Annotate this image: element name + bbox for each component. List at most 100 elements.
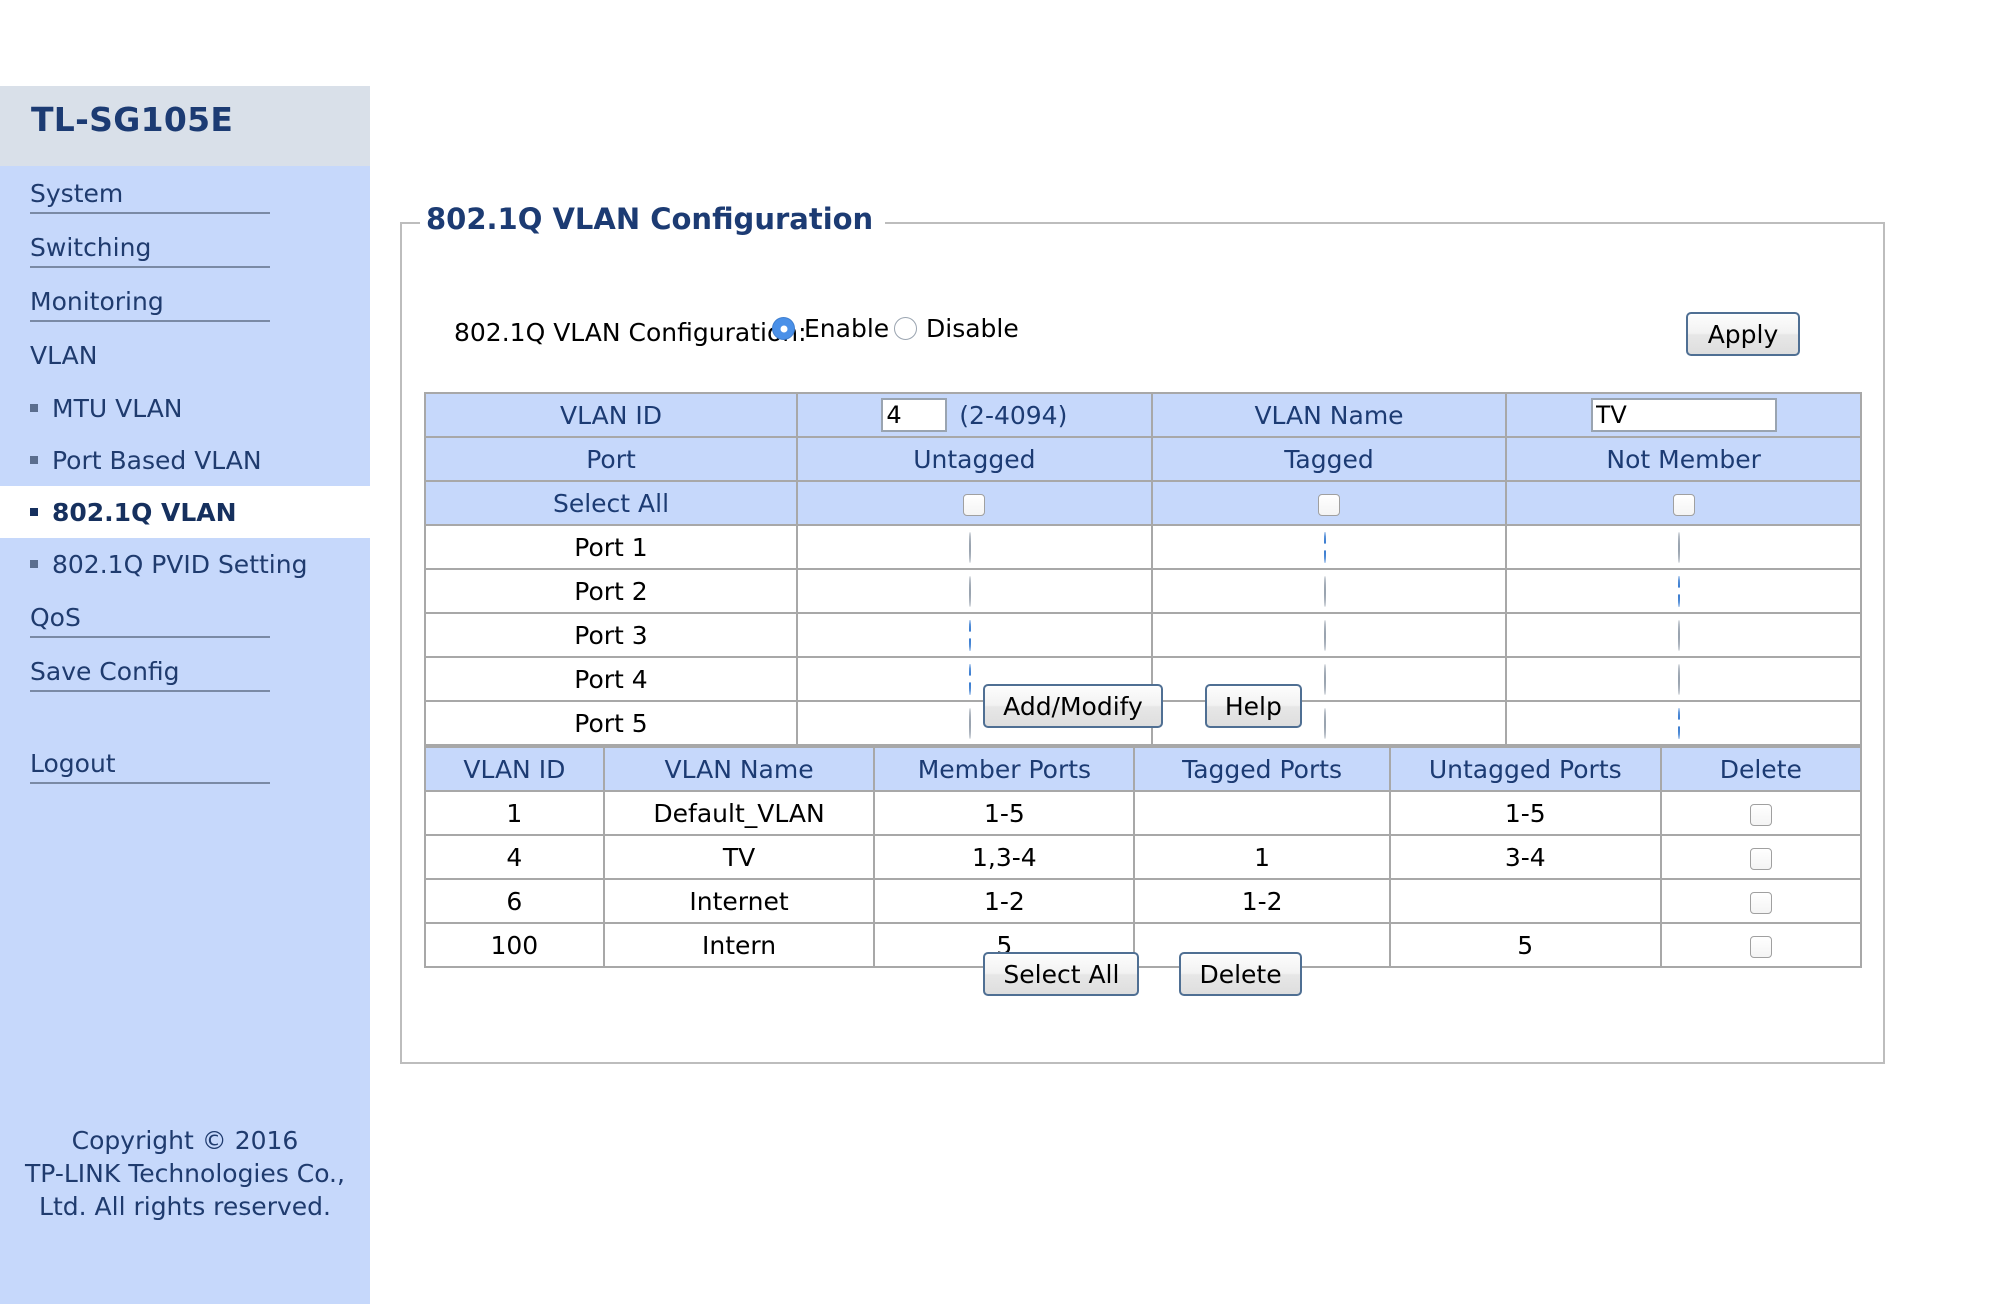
sidebar-item-vlan[interactable]: VLAN	[0, 328, 370, 382]
help-button[interactable]: Help	[1204, 684, 1302, 728]
table-row: Port 3	[423, 612, 1862, 658]
cell-delete	[1659, 878, 1863, 924]
bullet-icon	[30, 508, 38, 516]
divider	[30, 690, 270, 692]
sidebar-item-label: MTU VLAN	[52, 393, 183, 423]
divider	[30, 782, 270, 784]
select-all-untagged-checkbox[interactable]	[963, 493, 986, 516]
port-tagged-cell	[1150, 568, 1508, 614]
port-notmember-cell	[1505, 568, 1862, 614]
vlan-id-range-hint: (2-4094)	[959, 400, 1068, 430]
table-row: 6 Internet 1-2 1-2	[424, 878, 1863, 924]
select-all-tagged-checkbox[interactable]	[1318, 493, 1340, 516]
sidebar-item-label: Port Based VLAN	[52, 445, 262, 475]
table-row: Port 2	[423, 568, 1862, 614]
sidebar-item-8021q-vlan[interactable]: 802.1Q VLAN	[0, 486, 370, 538]
sidebar-item-save-config[interactable]: Save Config	[0, 644, 370, 698]
port1-tagged-radio[interactable]	[1323, 531, 1326, 563]
port3-notmember-radio[interactable]	[1678, 619, 1681, 651]
port2-tagged-radio[interactable]	[1323, 575, 1326, 607]
sidebar-item-label: 802.1Q PVID Setting	[52, 549, 308, 579]
radio-disable[interactable]: Disable	[894, 314, 1019, 343]
sidebar-item-logout[interactable]: Logout	[0, 736, 370, 790]
tagged-column-header: Tagged	[1150, 436, 1508, 482]
vlan-name-label: VLAN Name	[1150, 392, 1508, 438]
sidebar-item-8021q-pvid-setting[interactable]: 802.1Q PVID Setting	[0, 538, 370, 590]
vlan-name-cell	[1505, 392, 1862, 438]
router-admin-page: TP-LINK® TL-SG105E System Switching Moni…	[0, 0, 1992, 1304]
cell-vlan-id: 4	[424, 834, 605, 880]
sidebar-item-port-based-vlan[interactable]: Port Based VLAN	[0, 434, 370, 486]
add-modify-button[interactable]: Add/Modify	[983, 684, 1163, 728]
port3-tagged-radio[interactable]	[1323, 619, 1326, 651]
copyright-line: TP-LINK Technologies Co.,	[25, 1159, 345, 1188]
delete-checkbox[interactable]	[1749, 891, 1772, 914]
port1-untagged-radio[interactable]	[968, 531, 971, 563]
cell-untagged-ports: 1-5	[1388, 790, 1662, 836]
port1-notmember-radio[interactable]	[1678, 531, 1681, 563]
cell-tagged-ports: 1-2	[1133, 878, 1391, 924]
divider	[30, 320, 270, 322]
cell-vlan-name: TV	[602, 834, 876, 880]
radio-disable-indicator[interactable]	[894, 317, 917, 340]
apply-button[interactable]: Apply	[1686, 312, 1800, 356]
bullet-icon	[30, 404, 38, 412]
port3-untagged-radio[interactable]	[968, 619, 971, 651]
table-row: 4 TV 1,3-4 1 3-4	[424, 834, 1863, 880]
sidebar-item-switching[interactable]: Switching	[0, 220, 370, 274]
cell-untagged-ports: 3-4	[1388, 834, 1662, 880]
summary-header-vlan-id: VLAN ID	[424, 746, 605, 792]
cell-vlan-id: 6	[424, 878, 605, 924]
port2-notmember-radio[interactable]	[1678, 575, 1681, 607]
summary-header-untagged-ports: Untagged Ports	[1388, 746, 1662, 792]
vlan-name-input[interactable]	[1590, 398, 1777, 432]
cell-untagged-ports	[1388, 878, 1662, 924]
divider	[30, 636, 270, 638]
summary-header-delete: Delete	[1659, 746, 1863, 792]
cell-delete	[1659, 834, 1863, 880]
select-all-notmember-checkbox[interactable]	[1672, 493, 1695, 516]
tp-link-logo: TP-LINK®	[30, 10, 259, 68]
delete-button[interactable]: Delete	[1179, 952, 1302, 996]
sidebar-item-label: Save Config	[30, 656, 180, 686]
bullet-icon	[30, 560, 38, 568]
sidebar-item-mtu-vlan[interactable]: MTU VLAN	[0, 382, 370, 434]
not-member-column-header: Not Member	[1505, 436, 1862, 482]
sidebar-item-label: VLAN	[30, 340, 98, 370]
copyright-notice: Copyright © 2016 TP-LINK Technologies Co…	[0, 1124, 370, 1223]
sidebar-item-label: QoS	[30, 602, 81, 632]
port-label: Port 1	[423, 524, 799, 570]
select-all-untagged-cell	[796, 480, 1153, 526]
cell-member-ports: 1-2	[873, 878, 1136, 924]
vlan-enable-row: 802.1Q VLAN Configuration: Enable Disabl…	[454, 312, 1854, 360]
sidebar-item-system[interactable]: System	[0, 166, 370, 220]
cell-tagged-ports	[1133, 790, 1391, 836]
delete-checkbox[interactable]	[1749, 847, 1772, 870]
logo-text: TP-LINK	[30, 10, 243, 68]
radio-enable-indicator[interactable]	[772, 317, 795, 340]
select-all-row: Select All	[423, 480, 1862, 526]
matrix-actions: Add/Modify Help	[402, 684, 1883, 728]
delete-checkbox[interactable]	[1749, 803, 1772, 826]
port-notmember-cell	[1505, 612, 1862, 658]
select-all-label: Select All	[423, 480, 799, 526]
sidebar-item-label: System	[30, 178, 124, 208]
vlan-summary-table: VLAN ID VLAN Name Member Ports Tagged Po…	[424, 746, 1863, 968]
port2-untagged-radio[interactable]	[968, 575, 971, 607]
radio-enable[interactable]: Enable	[772, 314, 889, 343]
sidebar-item-qos[interactable]: QoS	[0, 590, 370, 644]
vlan-id-input[interactable]	[881, 398, 948, 432]
sidebar-item-monitoring[interactable]: Monitoring	[0, 274, 370, 328]
table-row: 1 Default_VLAN 1-5 1-5	[424, 790, 1863, 836]
radio-enable-label: Enable	[804, 314, 890, 343]
cell-vlan-id: 1	[424, 790, 605, 836]
select-all-button[interactable]: Select All	[983, 952, 1140, 996]
summary-header-row: VLAN ID VLAN Name Member Ports Tagged Po…	[424, 746, 1863, 792]
port-untagged-cell	[796, 568, 1153, 614]
main-content: 802.1Q VLAN Configuration 802.1Q VLAN Co…	[370, 166, 1992, 1304]
sidebar-item-label: 802.1Q VLAN	[52, 497, 237, 527]
divider	[30, 212, 270, 214]
cell-delete	[1659, 790, 1863, 836]
sidebar-item-label: Logout	[30, 748, 116, 778]
